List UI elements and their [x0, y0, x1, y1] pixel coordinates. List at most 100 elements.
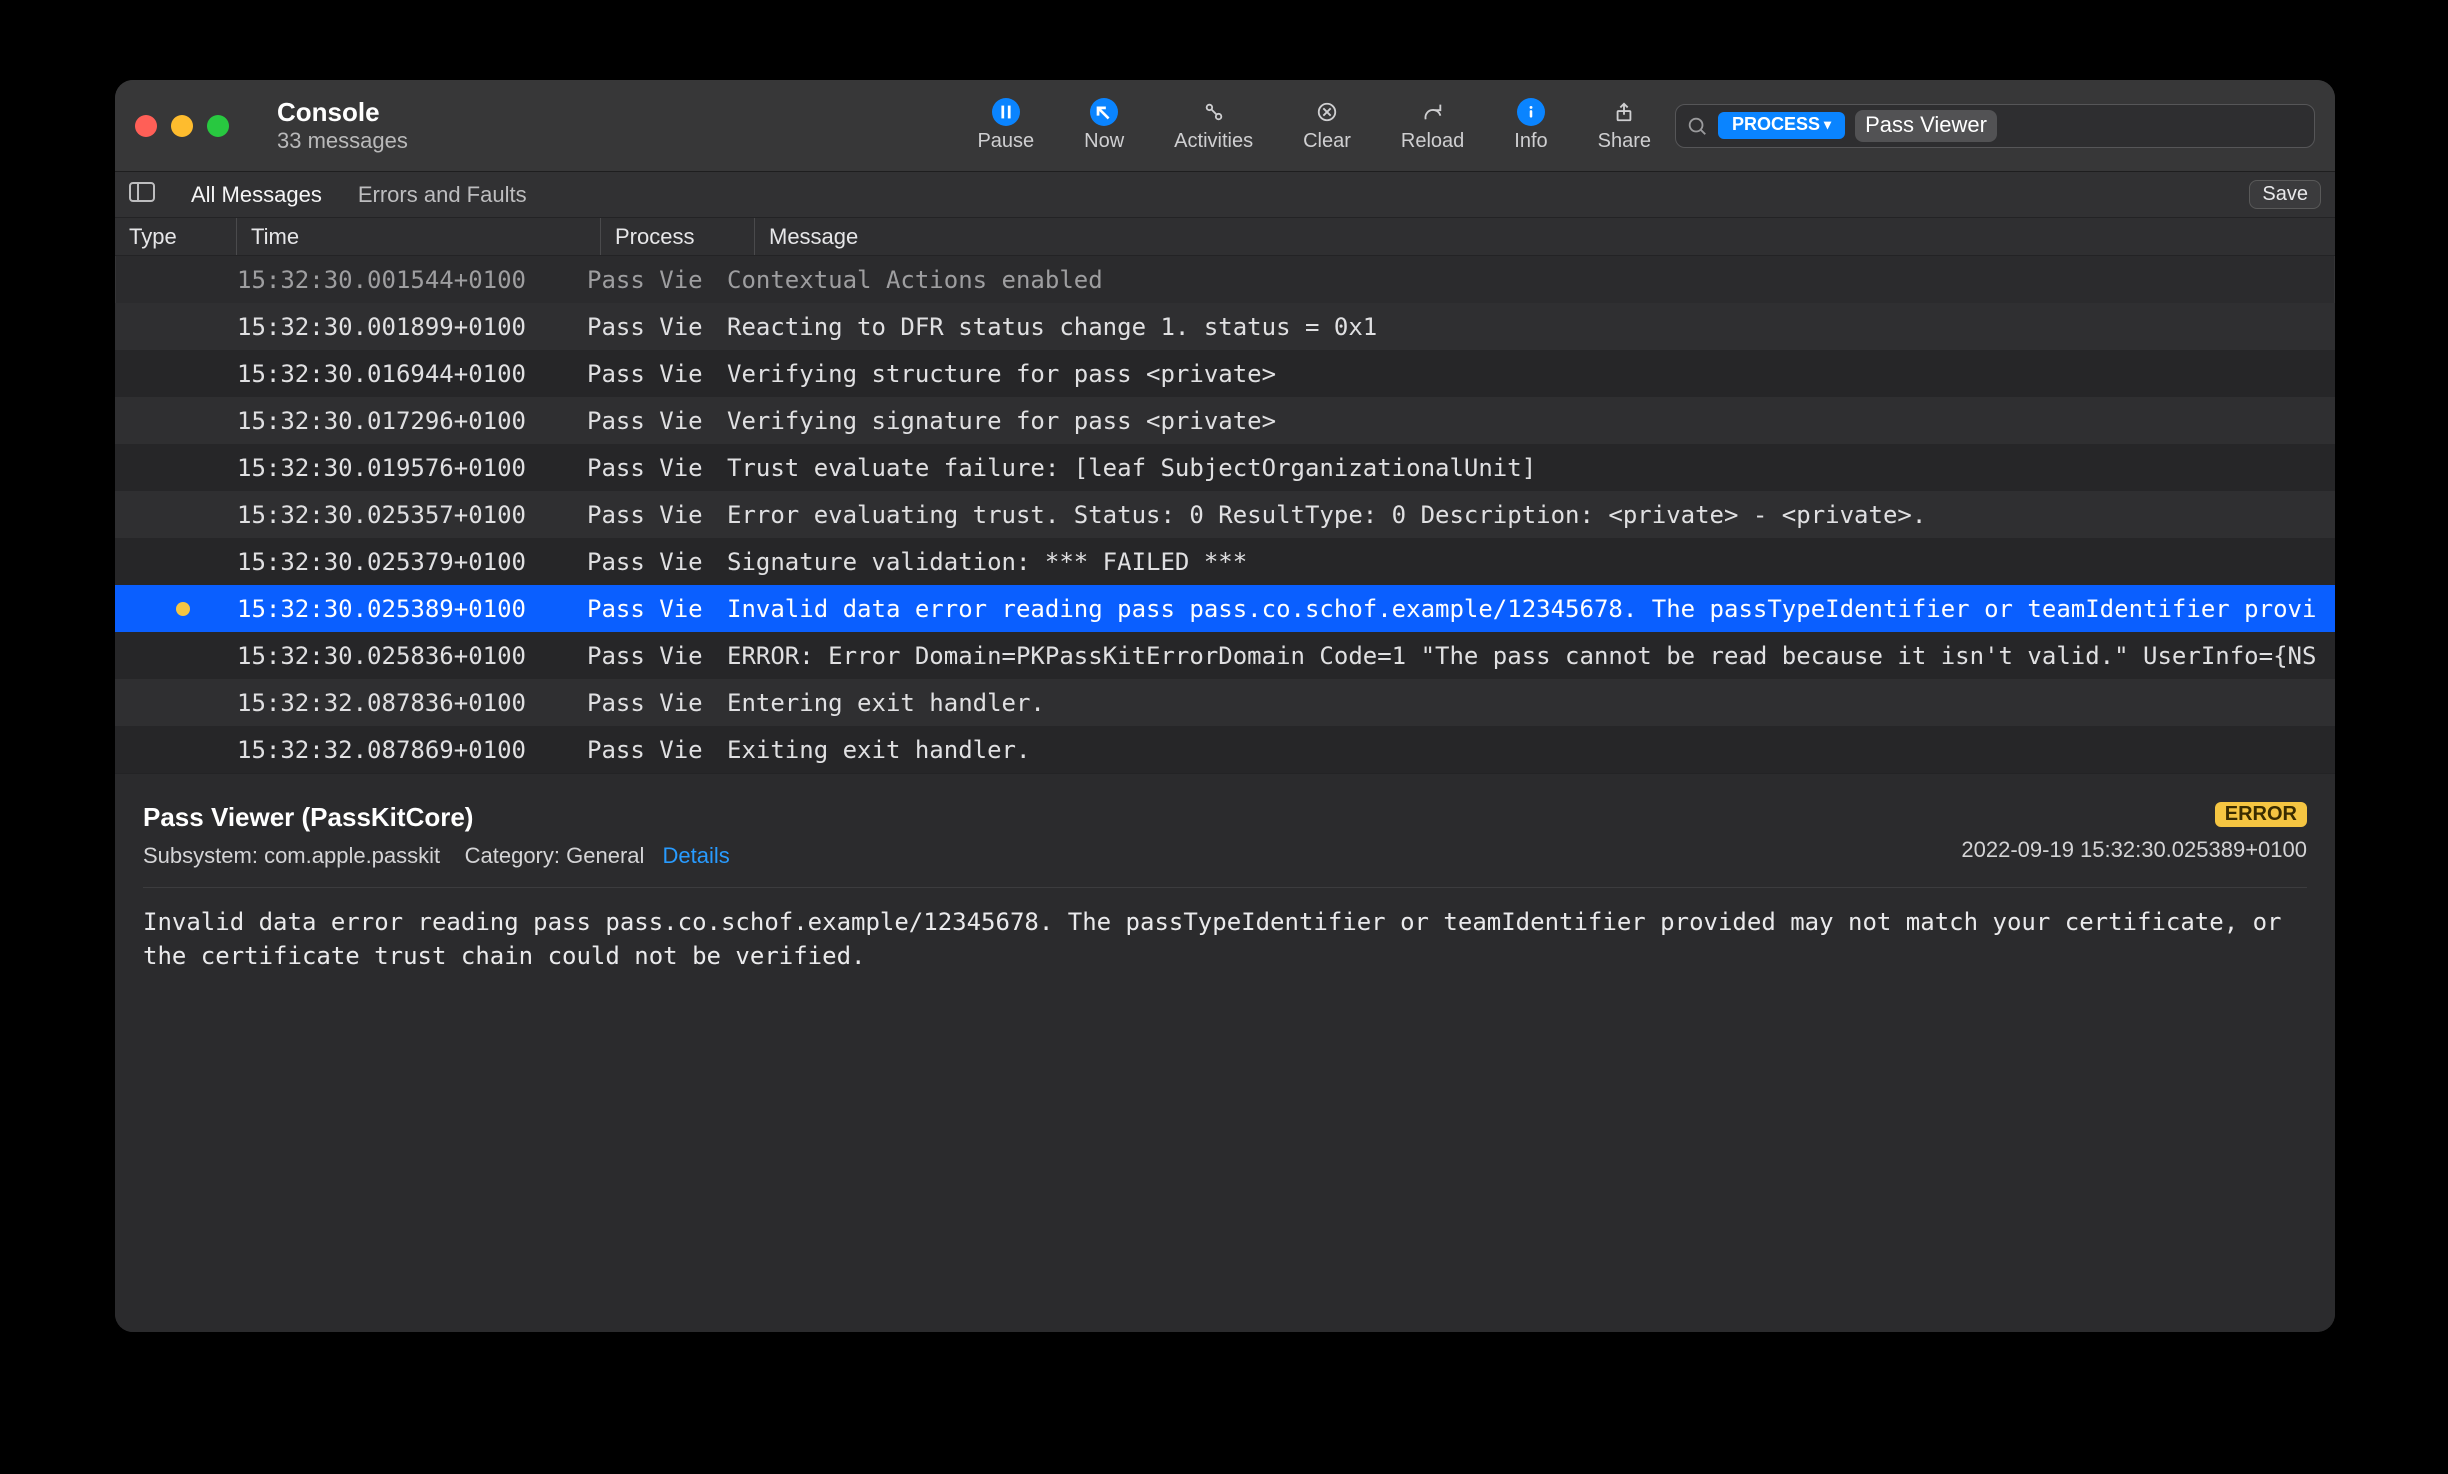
log-row[interactable]: 15:32:30.025836+0100Pass VieERROR: Error…	[115, 632, 2335, 679]
minimize-window-button[interactable]	[171, 115, 193, 137]
arrow-top-left-icon	[1090, 98, 1118, 126]
log-row-time: 15:32:30.025379+0100	[237, 548, 587, 576]
log-row[interactable]: 15:32:32.087869+0100Pass VieExiting exit…	[115, 726, 2335, 773]
log-row-time: 15:32:30.016944+0100	[237, 360, 587, 388]
log-row-process: Pass Vie	[587, 689, 727, 717]
search-filter-token[interactable]: PROCESS ▾	[1718, 112, 1845, 139]
window-title-block: Console 33 messages	[277, 97, 408, 154]
activities-label: Activities	[1174, 130, 1253, 153]
log-row[interactable]: 15:32:30.025379+0100Pass VieSignature va…	[115, 538, 2335, 585]
log-row-message: Invalid data error reading pass pass.co.…	[727, 595, 2335, 623]
log-row[interactable]: 15:32:32.087836+0100Pass VieEntering exi…	[115, 679, 2335, 726]
detail-pane: Pass Viewer (PassKitCore) Subsystem: com…	[115, 773, 2335, 1332]
log-row-process: Pass Vie	[587, 407, 727, 435]
detail-category-value: General	[566, 843, 644, 868]
log-row-process: Pass Vie	[587, 313, 727, 341]
toolbar: Pause Now Activities Clear Reload Info	[977, 98, 1651, 153]
info-icon	[1517, 98, 1545, 126]
detail-meta: Subsystem: com.apple.passkit Category: G…	[143, 843, 730, 869]
log-row[interactable]: 15:32:30.019576+0100Pass VieTrust evalua…	[115, 444, 2335, 491]
log-table-header: Type Time Process Message	[115, 218, 2335, 256]
log-row-message: Verifying signature for pass <private>	[727, 407, 2335, 435]
log-row-process: Pass Vie	[587, 266, 727, 294]
detail-divider	[143, 887, 2307, 888]
column-process[interactable]: Process	[615, 218, 755, 255]
column-message[interactable]: Message	[769, 218, 2321, 255]
close-window-button[interactable]	[135, 115, 157, 137]
log-row-message: Exiting exit handler.	[727, 736, 2335, 764]
detail-category-label: Category:	[465, 843, 560, 868]
log-row-process: Pass Vie	[587, 360, 727, 388]
log-row-message: Signature validation: *** FAILED ***	[727, 548, 2335, 576]
share-label: Share	[1598, 130, 1651, 153]
log-row-time: 15:32:30.017296+0100	[237, 407, 587, 435]
search-filter-label: PROCESS	[1732, 114, 1820, 135]
titlebar: Console 33 messages Pause Now Activities…	[115, 80, 2335, 172]
search-value-token[interactable]: Pass Viewer	[1855, 110, 1997, 142]
log-row-message: Contextual Actions enabled	[727, 266, 2335, 294]
scope-bar: All Messages Errors and Faults Save	[115, 172, 2335, 218]
reload-icon	[1419, 98, 1447, 126]
detail-timestamp: 2022-09-19 15:32:30.025389+0100	[1961, 837, 2307, 863]
log-row-process: Pass Vie	[587, 642, 727, 670]
scope-all-messages[interactable]: All Messages	[191, 182, 322, 208]
log-table-body: 15:32:30.001544+0100Pass VieContextual A…	[115, 256, 2335, 773]
now-label: Now	[1084, 130, 1124, 153]
log-row-message: ERROR: Error Domain=PKPassKitErrorDomain…	[727, 642, 2335, 670]
log-row-process: Pass Vie	[587, 548, 727, 576]
reload-label: Reload	[1401, 130, 1464, 153]
log-row-time: 15:32:32.087836+0100	[237, 689, 587, 717]
reload-button[interactable]: Reload	[1401, 98, 1464, 153]
traffic-lights	[135, 115, 229, 137]
pause-icon	[992, 98, 1020, 126]
details-link[interactable]: Details	[663, 843, 730, 868]
log-row[interactable]: 15:32:30.001899+0100Pass VieReacting to …	[115, 303, 2335, 350]
log-row[interactable]: 15:32:30.001544+0100Pass VieContextual A…	[115, 256, 2335, 303]
chevron-down-icon: ▾	[1824, 116, 1831, 133]
share-button[interactable]: Share	[1598, 98, 1651, 153]
fullscreen-window-button[interactable]	[207, 115, 229, 137]
detail-subsystem-value: com.apple.passkit	[264, 843, 440, 868]
log-row-message: Error evaluating trust. Status: 0 Result…	[727, 501, 2335, 529]
log-row-time: 15:32:30.025836+0100	[237, 642, 587, 670]
pause-label: Pause	[977, 130, 1034, 153]
log-row-time: 15:32:30.019576+0100	[237, 454, 587, 482]
search-icon	[1686, 115, 1708, 137]
clear-button[interactable]: Clear	[1303, 98, 1351, 153]
log-row-time: 15:32:30.025357+0100	[237, 501, 587, 529]
info-button[interactable]: Info	[1514, 98, 1547, 153]
app-title: Console	[277, 97, 408, 128]
log-row-time: 15:32:32.087869+0100	[237, 736, 587, 764]
sidebar-toggle-button[interactable]	[129, 182, 155, 208]
scope-errors-faults[interactable]: Errors and Faults	[358, 182, 527, 208]
info-label: Info	[1514, 130, 1547, 153]
now-button[interactable]: Now	[1084, 98, 1124, 153]
sidebar-icon	[129, 182, 155, 202]
detail-subsystem-label: Subsystem:	[143, 843, 258, 868]
save-search-button[interactable]: Save	[2249, 180, 2321, 209]
log-row-time: 15:32:30.001899+0100	[237, 313, 587, 341]
log-row[interactable]: 15:32:30.025357+0100Pass VieError evalua…	[115, 491, 2335, 538]
log-row-type	[129, 602, 237, 616]
level-badge: ERROR	[2215, 802, 2307, 827]
clear-label: Clear	[1303, 130, 1351, 153]
detail-message-body[interactable]: Invalid data error reading pass pass.co.…	[143, 906, 2307, 973]
log-row-process: Pass Vie	[587, 501, 727, 529]
share-icon	[1610, 98, 1638, 126]
column-type[interactable]: Type	[129, 218, 237, 255]
detail-header: Pass Viewer (PassKitCore) Subsystem: com…	[143, 802, 2307, 869]
activities-button[interactable]: Activities	[1174, 98, 1253, 153]
activities-icon	[1200, 98, 1228, 126]
log-row[interactable]: 15:32:30.017296+0100Pass VieVerifying si…	[115, 397, 2335, 444]
detail-title: Pass Viewer (PassKitCore)	[143, 802, 730, 833]
pause-button[interactable]: Pause	[977, 98, 1034, 153]
log-row[interactable]: 15:32:30.025389+0100Pass VieInvalid data…	[115, 585, 2335, 632]
log-row-time: 15:32:30.001544+0100	[237, 266, 587, 294]
log-row[interactable]: 15:32:30.016944+0100Pass VieVerifying st…	[115, 350, 2335, 397]
log-row-process: Pass Vie	[587, 595, 727, 623]
console-window: Console 33 messages Pause Now Activities…	[115, 80, 2335, 1332]
search-field[interactable]: PROCESS ▾ Pass Viewer	[1675, 104, 2315, 148]
log-row-process: Pass Vie	[587, 454, 727, 482]
fault-dot-icon	[176, 602, 190, 616]
column-time[interactable]: Time	[251, 218, 601, 255]
